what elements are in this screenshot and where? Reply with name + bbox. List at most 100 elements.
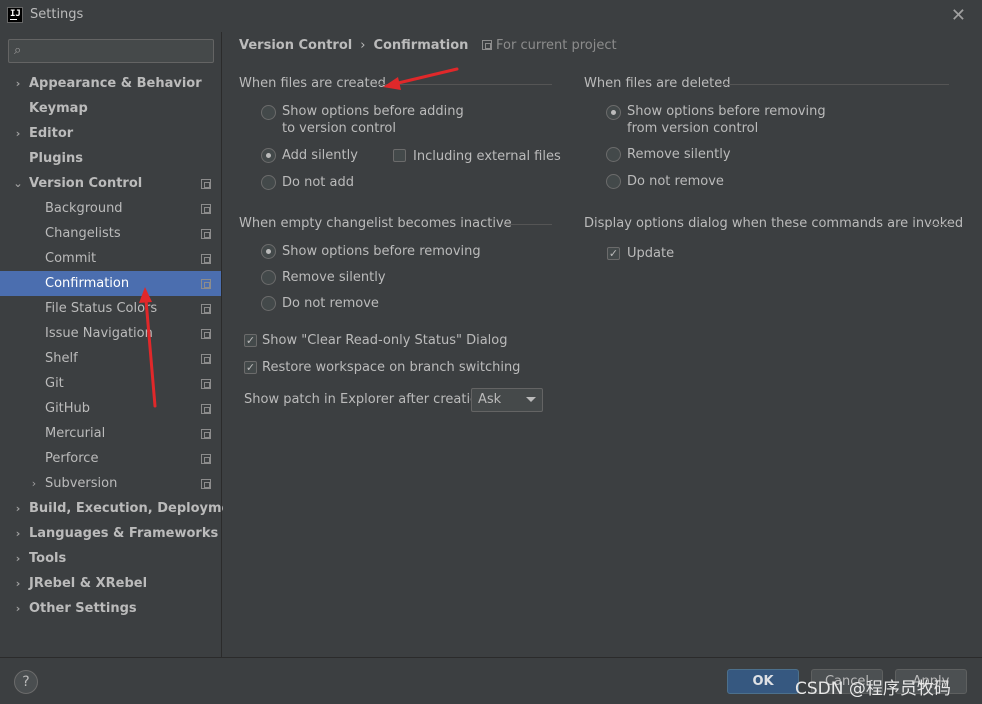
radio-changelist-do-not-remove[interactable] bbox=[261, 296, 276, 311]
project-scope-icon bbox=[201, 379, 211, 389]
tree-item-mercurial[interactable]: Mercurial bbox=[0, 421, 221, 446]
tree-item-label: Subversion bbox=[45, 476, 118, 491]
chevron-down-icon[interactable]: ⌄ bbox=[12, 171, 24, 196]
deleted-opt1-line1: Show options before removing bbox=[627, 104, 826, 119]
created-show-options-label: Show options before adding to version co… bbox=[282, 103, 464, 137]
title-bar: IJ Settings ✕ bbox=[0, 0, 982, 32]
created-do-not-add-label: Do not add bbox=[282, 175, 354, 190]
breadcrumb-parent[interactable]: Version Control bbox=[239, 38, 352, 53]
close-icon[interactable]: ✕ bbox=[951, 5, 966, 26]
radio-changelist-remove-silently[interactable] bbox=[261, 270, 276, 285]
checkbox-including-external-files[interactable] bbox=[393, 149, 406, 162]
settings-content-panel: Version Control › Confirmation For current… bbox=[223, 32, 982, 657]
project-scope-icon bbox=[201, 279, 211, 289]
tree-item-git[interactable]: Git bbox=[0, 371, 221, 396]
radio-changelist-show-options[interactable] bbox=[261, 244, 276, 259]
project-scope-icon bbox=[201, 204, 211, 214]
group-divider bbox=[929, 224, 949, 225]
project-scope-icon bbox=[201, 304, 211, 314]
ok-button[interactable]: OK bbox=[727, 669, 799, 694]
tree-item-editor[interactable]: › Editor bbox=[0, 121, 221, 146]
tree-item-other-settings[interactable]: › Other Settings bbox=[0, 596, 221, 621]
tree-item-github[interactable]: GitHub bbox=[0, 396, 221, 421]
tree-item-label: Version Control bbox=[29, 176, 143, 191]
tree-item-languages-frameworks[interactable]: › Languages & Frameworks bbox=[0, 521, 221, 546]
settings-search-input[interactable] bbox=[33, 42, 209, 60]
tree-item-label: Tools bbox=[29, 551, 67, 566]
chevron-right-icon[interactable]: › bbox=[28, 471, 40, 496]
tree-item-version-control[interactable]: ⌄ Version Control bbox=[0, 171, 221, 196]
deleted-group-title: When files are deleted bbox=[584, 76, 731, 91]
tree-item-commit[interactable]: Commit bbox=[0, 246, 221, 271]
tree-item-label: Build, Execution, Deployment bbox=[29, 501, 246, 516]
tree-item-label: Background bbox=[45, 201, 123, 216]
tree-item-tools[interactable]: › Tools bbox=[0, 546, 221, 571]
checkbox-clear-readonly-status[interactable] bbox=[244, 334, 257, 347]
group-divider bbox=[505, 224, 552, 225]
tree-item-background[interactable]: Background bbox=[0, 196, 221, 221]
tree-item-jrebel-xrebel[interactable]: › JRebel & XRebel bbox=[0, 571, 221, 596]
chevron-right-icon[interactable]: › bbox=[12, 596, 24, 621]
radio-deleted-do-not-remove[interactable] bbox=[606, 174, 621, 189]
project-scope-icon bbox=[201, 404, 211, 414]
tree-item-build-execution-deployment[interactable]: › Build, Execution, Deployment bbox=[0, 496, 246, 521]
chevron-right-icon[interactable]: › bbox=[12, 571, 24, 596]
tree-item-label: Shelf bbox=[45, 351, 78, 366]
chevron-right-icon[interactable]: › bbox=[12, 521, 24, 546]
tree-item-label: Appearance & Behavior bbox=[29, 76, 202, 91]
show-patch-value: Ask bbox=[478, 392, 502, 407]
tree-item-confirmation[interactable]: Confirmation bbox=[0, 271, 221, 296]
tree-item-label: JRebel & XRebel bbox=[29, 576, 148, 591]
chevron-right-icon[interactable]: › bbox=[12, 546, 24, 571]
tree-item-label: Git bbox=[45, 376, 64, 391]
project-scope-icon bbox=[482, 40, 492, 50]
tree-item-label: Plugins bbox=[29, 151, 83, 166]
project-scope-icon bbox=[201, 329, 211, 339]
help-button[interactable]: ? bbox=[14, 670, 38, 694]
tree-item-appearance-behavior[interactable]: › Appearance & Behavior bbox=[0, 71, 221, 96]
tree-item-label: Editor bbox=[29, 126, 74, 141]
deleted-show-options-label: Show options before removing from versio… bbox=[627, 103, 826, 137]
project-scope-icon bbox=[201, 454, 211, 464]
tree-item-label: Issue Navigation bbox=[45, 326, 153, 341]
tree-item-subversion[interactable]: › Subversion bbox=[0, 471, 221, 496]
group-divider bbox=[375, 84, 552, 85]
radio-deleted-remove-silently[interactable] bbox=[606, 147, 621, 162]
radio-created-add-silently[interactable] bbox=[261, 148, 276, 163]
tree-item-perforce[interactable]: Perforce bbox=[0, 446, 221, 471]
dropdown-arrow-icon bbox=[526, 397, 536, 402]
chevron-right-icon[interactable]: › bbox=[12, 496, 24, 521]
tree-item-label: Other Settings bbox=[29, 601, 137, 616]
project-scope-icon bbox=[201, 229, 211, 239]
created-add-silently-label: Add silently bbox=[282, 148, 358, 163]
chevron-right-icon[interactable]: › bbox=[12, 121, 24, 146]
clear-readonly-status-label: Show "Clear Read-only Status" Dialog bbox=[262, 333, 508, 348]
checkbox-update[interactable] bbox=[607, 247, 620, 260]
radio-created-do-not-add[interactable] bbox=[261, 175, 276, 190]
intellij-app-icon: IJ bbox=[7, 7, 23, 23]
show-patch-dropdown[interactable]: Ask bbox=[471, 388, 543, 412]
tree-item-changelists[interactable]: Changelists bbox=[0, 221, 221, 246]
created-group-title: When files are created bbox=[239, 76, 386, 91]
chevron-right-icon[interactable]: › bbox=[12, 71, 24, 96]
tree-item-label: Changelists bbox=[45, 226, 121, 241]
radio-created-show-options[interactable] bbox=[261, 105, 276, 120]
checkbox-restore-workspace[interactable] bbox=[244, 361, 257, 374]
changelist-remove-silently-label: Remove silently bbox=[282, 270, 386, 285]
group-divider bbox=[723, 84, 949, 85]
tree-item-plugins[interactable]: Plugins bbox=[0, 146, 221, 171]
tree-item-file-status-colors[interactable]: File Status Colors bbox=[0, 296, 221, 321]
tree-item-label: GitHub bbox=[45, 401, 91, 416]
tree-item-keymap[interactable]: Keymap bbox=[0, 96, 221, 121]
created-opt1-line2: to version control bbox=[282, 121, 396, 136]
tree-item-issue-navigation[interactable]: Issue Navigation bbox=[0, 321, 221, 346]
search-icon: ⌕ bbox=[14, 43, 22, 58]
radio-deleted-show-options[interactable] bbox=[606, 105, 621, 120]
project-scope-icon bbox=[201, 179, 211, 189]
settings-search-box[interactable]: ⌕ bbox=[8, 39, 214, 63]
created-opt1-line1: Show options before adding bbox=[282, 104, 464, 119]
tree-item-label: Keymap bbox=[29, 101, 88, 116]
tree-item-label: Mercurial bbox=[45, 426, 106, 441]
settings-tree: › Appearance & Behavior Keymap › Editor … bbox=[0, 71, 246, 621]
tree-item-shelf[interactable]: Shelf bbox=[0, 346, 221, 371]
